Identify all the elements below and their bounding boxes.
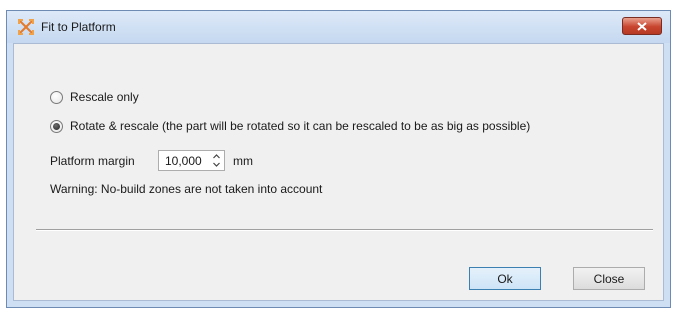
dialog-body: Rescale only Rotate & rescale (the part … [13,43,664,301]
rotate-rescale-label: Rotate & rescale (the part will be rotat… [70,119,531,133]
platform-margin-label: Platform margin [50,154,135,168]
close-x-icon [637,21,647,31]
platform-margin-input[interactable] [165,154,209,168]
rescale-only-label: Rescale only [70,90,139,104]
fit-to-platform-dialog: Fit to Platform Rescale only Rotate & re… [6,10,671,308]
platform-margin-unit: mm [233,154,253,168]
title-bar[interactable]: Fit to Platform [7,11,670,43]
rescale-only-option[interactable]: Rescale only [50,90,139,104]
rotate-rescale-option[interactable]: Rotate & rescale (the part will be rotat… [50,119,530,133]
warning-text: Warning: No-build zones are not taken in… [50,182,323,196]
rescale-only-radio[interactable] [50,90,63,104]
ok-button[interactable]: Ok [469,267,541,290]
spin-arrows [212,153,221,168]
separator-line [36,229,653,231]
rotate-rescale-radio[interactable] [50,119,63,133]
close-button[interactable]: Close [573,267,645,290]
radio-selected-dot [53,122,60,130]
platform-margin-spinbox[interactable] [158,150,225,171]
chevron-up-icon[interactable] [212,153,221,160]
window-title: Fit to Platform [41,20,116,34]
window-close-button[interactable] [622,17,662,35]
fit-to-platform-icon [18,19,34,35]
chevron-down-icon[interactable] [212,161,221,168]
